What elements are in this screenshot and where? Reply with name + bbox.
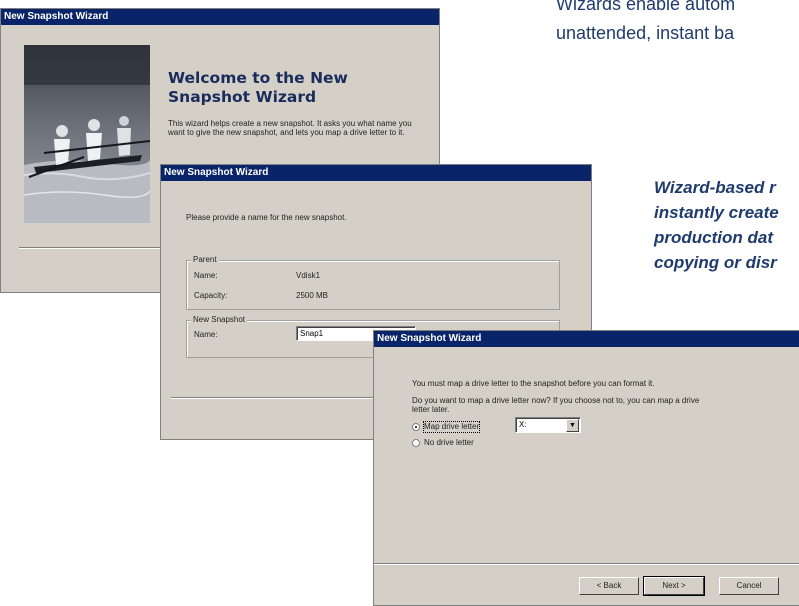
caption-top-line1: Wizards enable autom <box>556 0 736 14</box>
chevron-down-icon[interactable]: ▼ <box>566 419 579 432</box>
next-button[interactable]: Next > <box>643 576 705 596</box>
window-title[interactable]: New Snapshot Wizard <box>161 165 591 181</box>
caption-top-line2: unattended, instant ba <box>556 23 735 43</box>
caption-italic-line1: Wizard-based r <box>654 178 776 197</box>
drive-instruction: You must map a drive letter to the snaps… <box>412 379 655 388</box>
welcome-heading-line1: Welcome to the New <box>168 69 348 87</box>
separator <box>374 563 799 565</box>
new-snapshot-group-title: New Snapshot <box>191 315 248 325</box>
map-drive-radio[interactable] <box>412 423 420 431</box>
caption-italic-line4: copying or disr <box>654 253 777 272</box>
window-title[interactable]: New Snapshot Wizard <box>1 9 439 25</box>
wizard-intro-text: This wizard helps create a new snapshot.… <box>168 119 412 137</box>
caption-italic-line2: instantly create <box>654 203 779 222</box>
parent-group <box>186 260 560 310</box>
rowing-photo <box>24 45 150 223</box>
back-button[interactable]: < Back <box>579 577 639 595</box>
parent-capacity-label: Capacity: <box>194 291 228 300</box>
name-prompt: Please provide a name for the new snapsh… <box>186 213 347 222</box>
parent-name-label: Name: <box>194 271 218 280</box>
wizard-drive-window: New Snapshot Wizard You must map a drive… <box>373 330 799 606</box>
welcome-heading-line2: Snapshot Wizard <box>168 88 317 106</box>
cancel-button[interactable]: Cancel <box>719 577 779 595</box>
parent-capacity-value: 2500 MB <box>296 291 329 300</box>
drive-question-line1: Do you want to map a drive letter now? I… <box>412 396 700 405</box>
new-name-label: Name: <box>194 330 218 339</box>
radio-selected-dot <box>415 426 417 428</box>
drive-letter-value: X: <box>519 420 527 429</box>
caption-italic: Wizard-based r instantly create producti… <box>654 175 779 275</box>
caption-top: Wizards enable autom unattended, instant… <box>556 0 735 48</box>
parent-name-value: Vdisk1 <box>296 271 321 280</box>
window-title[interactable]: New Snapshot Wizard <box>374 331 799 347</box>
drive-question-line2: letter later. <box>412 405 450 414</box>
no-drive-label[interactable]: No drive letter <box>424 438 474 448</box>
map-drive-label[interactable]: Map drive letter <box>422 421 481 433</box>
no-drive-radio[interactable] <box>412 439 420 447</box>
parent-group-title: Parent <box>191 255 219 265</box>
welcome-heading: Welcome to the New Snapshot Wizard <box>168 69 418 107</box>
caption-italic-line3: production dat <box>654 228 773 247</box>
drive-letter-select[interactable]: X: ▼ <box>515 417 581 433</box>
